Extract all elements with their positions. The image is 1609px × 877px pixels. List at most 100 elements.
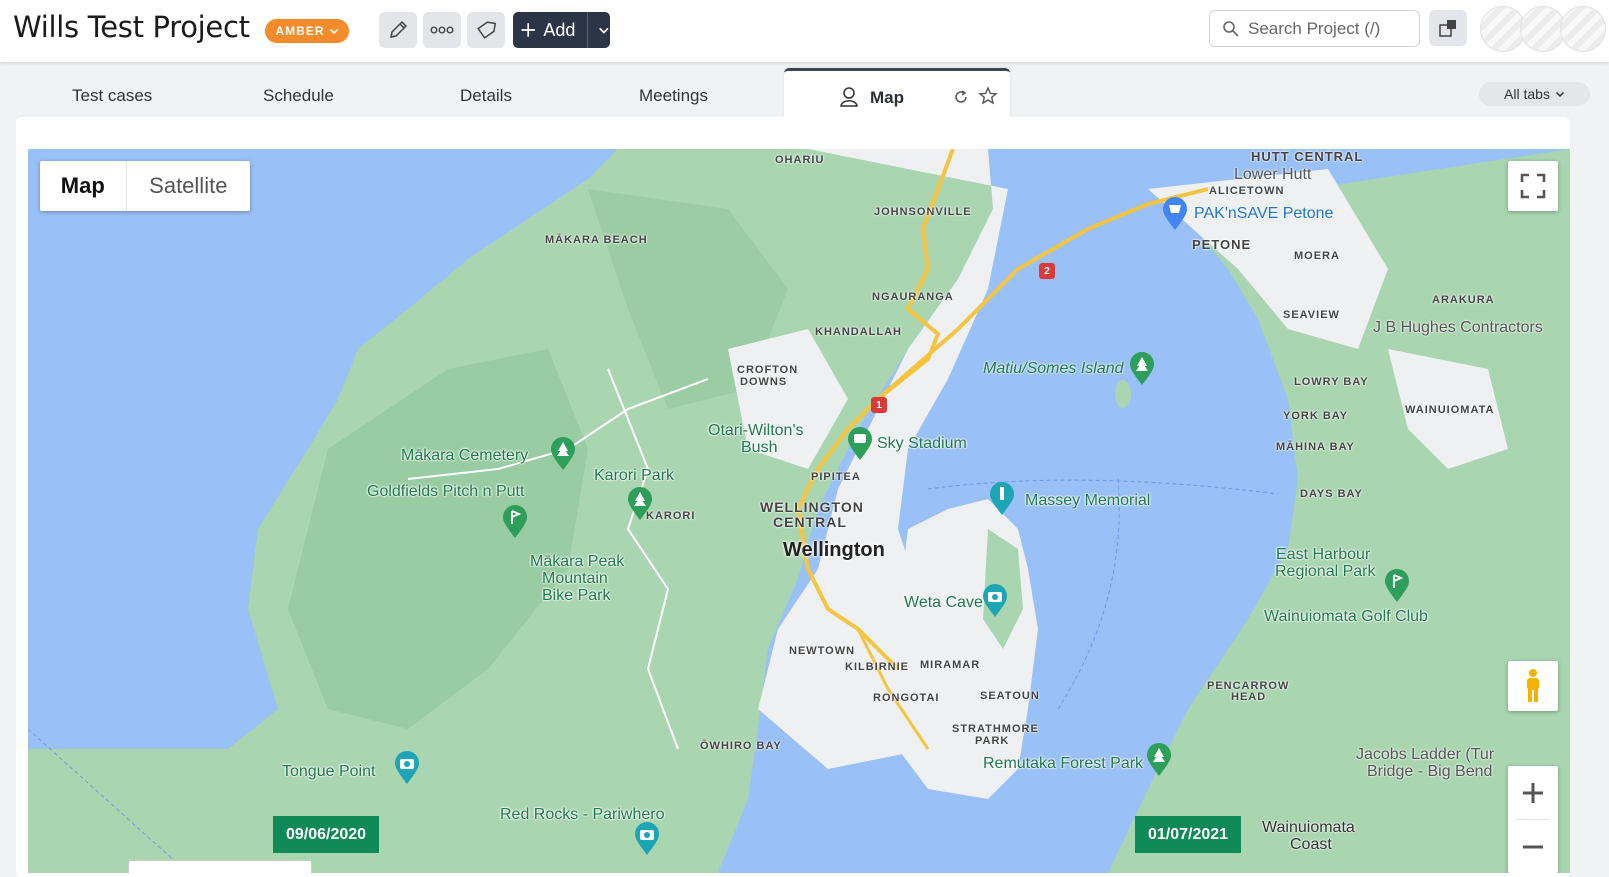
- place-label: ALICETOWN: [1209, 185, 1285, 197]
- place-label: KILBIRNIE: [845, 661, 909, 673]
- poi-label[interactable]: Karori Park: [594, 467, 674, 484]
- poi-label[interactable]: Mākara Peak: [530, 553, 624, 570]
- shipping-lane: [1057, 478, 1120, 710]
- map-type-toggle: Map Satellite: [40, 161, 250, 211]
- park-pin-icon[interactable]: [1145, 743, 1173, 777]
- place-label: MĀKARA BEACH: [545, 234, 648, 246]
- camera-pin-icon[interactable]: [981, 584, 1009, 618]
- poi-label[interactable]: Red Rocks - Pariwhero: [500, 806, 665, 823]
- star-icon[interactable]: [978, 86, 998, 106]
- minus-icon: [1523, 845, 1543, 848]
- shopping-pin-icon[interactable]: [1161, 197, 1189, 231]
- place-label: CENTRAL: [773, 514, 847, 530]
- street-view-button[interactable]: [1508, 661, 1558, 711]
- poi-label[interactable]: Massey Memorial: [1025, 492, 1150, 509]
- date-badge-start[interactable]: 09/06/2020: [273, 816, 379, 853]
- poi-label[interactable]: PAK'nSAVE Petone: [1194, 205, 1333, 223]
- golf-pin-icon[interactable]: [501, 505, 529, 539]
- tab-map[interactable]: Map: [784, 68, 1010, 123]
- status-badge[interactable]: AMBER: [265, 19, 349, 43]
- edit-button[interactable]: [379, 12, 417, 48]
- tab-bar: Test cases Schedule Details Meetings Map…: [0, 62, 1609, 123]
- poi-label[interactable]: Otari-Wilton's: [708, 422, 804, 439]
- place-label: YORK BAY: [1283, 410, 1349, 422]
- poi-label[interactable]: Weta Cave: [904, 594, 983, 611]
- poi-label[interactable]: Goldfields Pitch n Putt: [367, 483, 524, 500]
- poi-label[interactable]: Tongue Point: [282, 763, 375, 780]
- fullscreen-icon: [1520, 173, 1546, 199]
- tab-schedule[interactable]: Schedule: [263, 86, 334, 106]
- city-label: Wellington: [783, 539, 885, 561]
- place-label: CROFTON: [737, 364, 799, 376]
- poi-label[interactable]: J B Hughes Contractors: [1373, 319, 1543, 336]
- search-input[interactable]: [1246, 17, 1410, 40]
- place-label: WAINUIOMATA: [1405, 404, 1495, 416]
- poi-label[interactable]: Jacobs Ladder (Tur: [1356, 746, 1494, 763]
- place-label: JOHNSONVILLE: [874, 206, 972, 218]
- place-label: PIPITEA: [811, 471, 861, 483]
- map-view[interactable]: Map Satellite 09/06/2020 01/07/2021 OHAR…: [28, 149, 1570, 873]
- poi-label[interactable]: Wainuiomata: [1262, 819, 1355, 836]
- stadium-pin-icon[interactable]: [846, 427, 874, 461]
- avatar[interactable]: [1560, 6, 1606, 52]
- external-link-button[interactable]: [1429, 10, 1467, 46]
- poi-label[interactable]: Wainuiomata Golf Club: [1264, 608, 1428, 625]
- place-label: LOWRY BAY: [1294, 376, 1369, 388]
- poi-label[interactable]: Bush: [741, 439, 777, 456]
- status-badge-label: AMBER: [275, 24, 325, 38]
- map-type-map[interactable]: Map: [40, 161, 127, 211]
- poi-label[interactable]: Mountain: [542, 570, 608, 587]
- poi-label[interactable]: Remutaka Forest Park: [983, 755, 1143, 772]
- tab-details[interactable]: Details: [460, 86, 512, 106]
- chevron-down-icon: [329, 28, 338, 35]
- park-pin-icon[interactable]: [626, 487, 654, 521]
- place-label: DOWNS: [740, 376, 788, 388]
- add-button[interactable]: Add: [513, 12, 610, 48]
- place-label: ARAKURA: [1432, 294, 1495, 306]
- zoom-in-button[interactable]: [1508, 766, 1558, 819]
- place-label: OHARIU: [775, 154, 825, 166]
- drawing-toolbar[interactable]: [128, 860, 312, 873]
- poi-label[interactable]: Mākara Cemetery: [401, 447, 528, 464]
- chevron-down-icon[interactable]: [598, 23, 610, 37]
- tab-meetings[interactable]: Meetings: [639, 86, 708, 106]
- tab-map-label: Map: [870, 88, 904, 107]
- refresh-icon[interactable]: [952, 88, 970, 106]
- poi-label[interactable]: Sky Stadium: [877, 435, 967, 452]
- town-label: Lower Hutt: [1234, 166, 1312, 183]
- more-options-button[interactable]: [423, 12, 461, 48]
- pegman-icon: [1527, 669, 1539, 702]
- poi-label[interactable]: Coast: [1290, 836, 1332, 853]
- place-label: MOERA: [1294, 250, 1340, 262]
- search-icon: [1223, 20, 1239, 37]
- poi-label[interactable]: Matiu/Somes Island: [983, 360, 1124, 378]
- place-label: HUTT CENTRAL: [1251, 149, 1364, 164]
- park-pin-icon[interactable]: [549, 437, 577, 471]
- add-button-divider: [587, 12, 589, 48]
- poi-label[interactable]: East Harbour: [1276, 546, 1370, 563]
- search-box[interactable]: [1209, 10, 1420, 47]
- tag-button[interactable]: [467, 12, 505, 48]
- all-tabs-label: All tabs: [1504, 86, 1550, 102]
- all-tabs-button[interactable]: All tabs: [1479, 82, 1590, 106]
- place-label: STRATHMORE: [952, 723, 1039, 735]
- poi-label[interactable]: Bike Park: [542, 587, 610, 604]
- monument-pin-icon[interactable]: [988, 482, 1016, 516]
- route-shield: 2: [1039, 263, 1055, 279]
- map-pin-user-icon: [840, 87, 858, 107]
- zoom-out-button[interactable]: [1508, 820, 1558, 873]
- poi-label[interactable]: Bridge - Big Bend: [1367, 763, 1492, 780]
- golf-pin-icon[interactable]: [1383, 569, 1411, 603]
- map-type-satellite[interactable]: Satellite: [127, 161, 250, 211]
- add-button-label: Add: [543, 19, 576, 40]
- date-badge-end[interactable]: 01/07/2021: [1135, 816, 1241, 853]
- tab-test-cases[interactable]: Test cases: [72, 86, 152, 106]
- park-pin-icon[interactable]: [1128, 352, 1156, 386]
- pencil-icon: [390, 20, 408, 38]
- camera-pin-icon[interactable]: [393, 751, 421, 785]
- camera-pin-icon[interactable]: [633, 822, 661, 856]
- project-title: Wills Test Project: [13, 10, 250, 44]
- poi-label[interactable]: Regional Park: [1275, 563, 1376, 580]
- fullscreen-button[interactable]: [1508, 161, 1558, 211]
- place-label: PARK: [975, 735, 1010, 747]
